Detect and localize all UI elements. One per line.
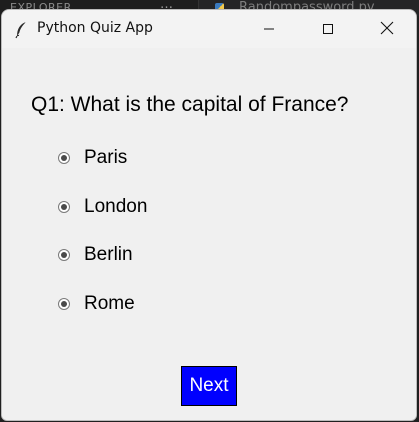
minimize-icon [263,20,275,39]
radio-button[interactable] [58,249,70,261]
next-button[interactable]: Next [181,366,237,406]
option-label: Berlin [84,244,133,265]
feather-icon [14,21,30,39]
minimize-button[interactable] [240,10,298,48]
maximize-button[interactable] [299,10,357,48]
option-label: Paris [84,147,128,168]
maximize-icon [322,20,334,39]
question-text: Q1: What is the capital of France? [31,93,349,116]
close-icon [380,20,394,39]
quiz-window: Python Quiz App Q1: What is the capital … [1,9,417,421]
radio-button[interactable] [58,201,70,213]
radio-button[interactable] [58,298,70,310]
option-label: Rome [84,293,135,314]
option-rome[interactable]: Rome [58,292,135,316]
option-paris[interactable]: Paris [58,146,127,170]
radio-button[interactable] [58,152,70,164]
title-bar[interactable]: Python Quiz App [2,10,416,48]
quiz-content: Q1: What is the capital of France? Paris… [2,48,416,420]
option-berlin[interactable]: Berlin [58,243,133,267]
window-title: Python Quiz App [37,20,153,36]
option-label: London [84,196,148,217]
close-button[interactable] [358,10,416,48]
option-london[interactable]: London [58,195,147,219]
